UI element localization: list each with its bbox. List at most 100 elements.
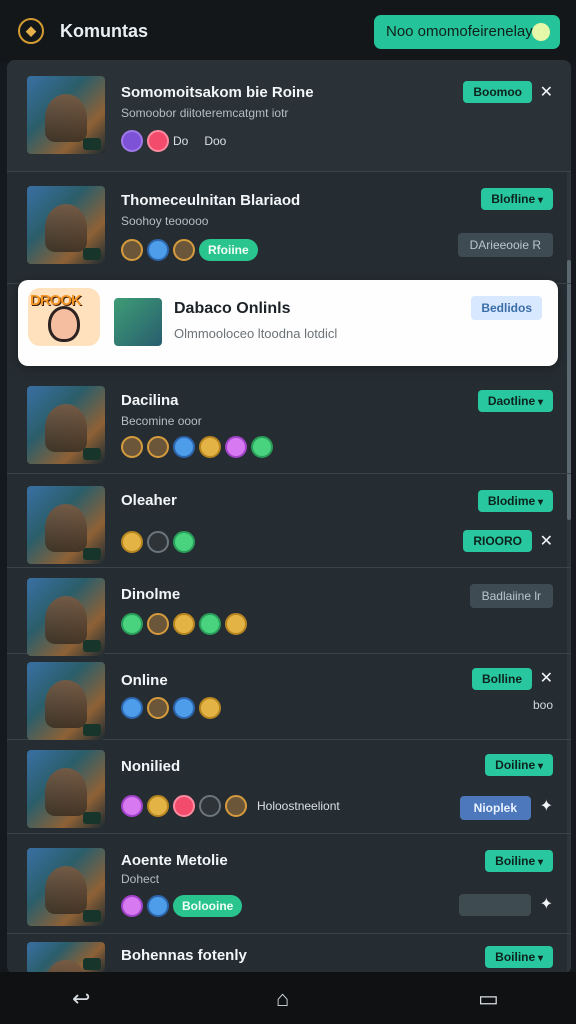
game-icon[interactable]: ◆ — [18, 18, 44, 44]
list-item[interactable]: Bohennas fotenly Boiline — [7, 934, 571, 974]
close-icon[interactable]: ✕ — [540, 531, 553, 551]
item-icons: Do Doo — [121, 129, 226, 153]
close-icon[interactable]: ✕ — [540, 668, 553, 688]
gold-icon — [121, 531, 143, 553]
item-title: Thomeceulnitan Blariaod — [121, 192, 301, 209]
status-button[interactable]: Doiline — [485, 754, 553, 776]
item-icons: Bolooine — [121, 894, 243, 918]
empty-slot — [459, 894, 531, 916]
list-item[interactable]: Dinolme Badlaiine lr — [7, 568, 571, 656]
gold-icon — [199, 436, 221, 458]
item-subtitle: Soohoy teooooo — [121, 214, 209, 228]
status-button[interactable]: Blodime — [477, 490, 553, 512]
list-item[interactable]: Dacilina Becomine ooor Daotline — [7, 374, 571, 474]
orange-icon — [173, 239, 195, 261]
app-title: Komuntas — [60, 21, 149, 41]
list-item[interactable]: Nonilied Holoostneeliont Doiline Nioplek… — [7, 740, 571, 834]
character-face-icon — [48, 306, 80, 342]
close-icon[interactable]: ✕ — [540, 82, 553, 102]
status-badge: Rfoiine — [199, 239, 258, 261]
dark-icon — [147, 531, 169, 553]
side-text: boo — [532, 698, 553, 712]
featured-thumbnail — [114, 298, 162, 346]
bottom-navigation: ↩ ⌂ ▭ — [0, 972, 576, 1024]
drook-badge-icon — [28, 288, 100, 346]
item-subtitle: Becomine ooor — [121, 414, 202, 428]
red-icon — [173, 795, 195, 817]
status-button[interactable]: Bolline — [471, 668, 532, 690]
side-badge: DArieeooie R — [457, 233, 553, 257]
blue-icon — [173, 697, 195, 719]
list-item[interactable]: Oleaher Blodime RIOORO ✕ — [7, 474, 571, 568]
item-icons: Rfoiine — [121, 238, 258, 262]
coin-icon — [532, 23, 550, 41]
back-icon[interactable]: ↩ — [72, 986, 90, 1012]
item-title: Aoente Metolie — [121, 852, 228, 869]
list-item[interactable]: Aoente Metolie Dohect Bolooine Boiline ✦ — [7, 834, 571, 934]
top-action-label: Noo omomofeirenelay — [386, 23, 533, 40]
item-title: Oleaher — [121, 492, 177, 509]
list-item[interactable]: Somomoitsakom bie Roine Somoobor diitote… — [7, 60, 571, 172]
content-panel: Somomoitsakom bie Roine Somoobor diitote… — [7, 60, 571, 974]
avatar-icon — [121, 436, 143, 458]
item-icons — [121, 435, 273, 459]
sparkle-icon[interactable]: ✦ — [540, 796, 553, 816]
blue-icon — [147, 895, 169, 917]
featured-title: Dabaco Onlinls — [174, 300, 291, 317]
game-thumbnail[interactable] — [27, 942, 105, 974]
green-icon — [173, 531, 195, 553]
side-button[interactable]: Nioplek — [459, 796, 531, 820]
purple-icon — [121, 130, 143, 152]
red-icon — [147, 130, 169, 152]
status-button[interactable]: Boiline — [485, 946, 553, 968]
item-text: Holoostneeliont — [257, 799, 340, 813]
game-thumbnail[interactable] — [27, 486, 105, 564]
side-button[interactable]: RIOORO — [463, 530, 532, 552]
game-thumbnail[interactable] — [27, 848, 105, 926]
game-thumbnail[interactable] — [27, 386, 105, 464]
item-title: Dacilina — [121, 392, 179, 409]
item-icons — [121, 612, 247, 636]
pink-icon — [225, 436, 247, 458]
stat-text: Do — [173, 134, 189, 148]
avatar-icon — [147, 436, 169, 458]
status-button[interactable]: Blofline — [481, 188, 553, 210]
list-item[interactable]: Thomeceulnitan Blariaod Soohoy teooooo R… — [7, 172, 571, 284]
orange-icon — [121, 239, 143, 261]
status-badge: Bolooine — [173, 895, 243, 917]
item-icons — [121, 530, 195, 554]
gold-icon — [225, 613, 247, 635]
pink-icon — [121, 795, 143, 817]
status-button[interactable]: Boomoo — [463, 81, 532, 103]
pink-icon — [121, 895, 143, 917]
top-action-button[interactable]: Noo omomofeirenelay — [374, 15, 560, 49]
status-button[interactable]: Daotline — [477, 390, 553, 412]
stat-badge: Doo — [204, 134, 227, 148]
top-app-bar: ◆ Komuntas Noo omomofeirenelay — [0, 0, 576, 62]
game-thumbnail[interactable] — [27, 750, 105, 828]
item-icons: Holoostneeliont — [121, 794, 340, 818]
avatar-icon — [225, 795, 247, 817]
game-thumbnail[interactable] — [27, 662, 105, 740]
sparkle-icon[interactable]: ✦ — [540, 894, 553, 914]
recent-apps-icon[interactable]: ▭ — [478, 986, 499, 1012]
status-button[interactable]: Boiline — [485, 850, 553, 872]
item-subtitle: Dohect — [121, 872, 160, 886]
green-icon — [251, 436, 273, 458]
game-thumbnail[interactable] — [27, 76, 105, 154]
avatar-icon — [147, 697, 169, 719]
item-title: Nonilied — [121, 758, 181, 775]
green-icon — [121, 613, 143, 635]
item-subtitle: Somoobor diitoteremcatgmt iotr — [121, 106, 289, 120]
blue-icon — [121, 697, 143, 719]
game-thumbnail[interactable] — [27, 186, 105, 264]
gold-icon — [173, 613, 195, 635]
game-thumbnail[interactable] — [27, 578, 105, 656]
dark-icon — [199, 795, 221, 817]
featured-action-button[interactable]: Bedlidos — [471, 296, 542, 320]
list-item[interactable]: Online Bolline ✕ boo — [7, 654, 571, 740]
home-icon[interactable]: ⌂ — [276, 986, 289, 1012]
gold-icon — [147, 795, 169, 817]
gold-icon — [199, 697, 221, 719]
featured-card[interactable]: Dabaco Onlinls Olmmooloceo ltoodna lotdi… — [18, 280, 558, 366]
